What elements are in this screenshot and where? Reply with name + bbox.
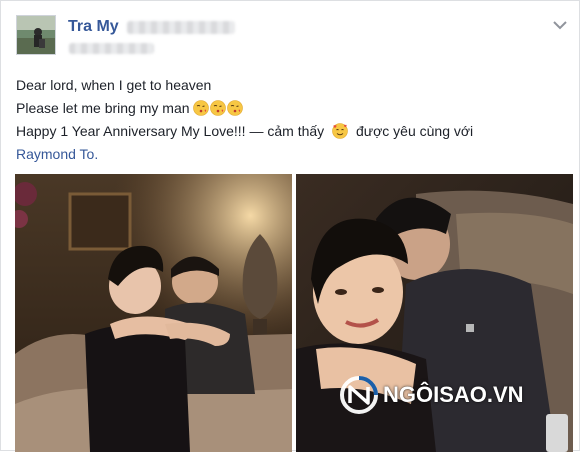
post-line-2: Please let me bring my man	[16, 97, 566, 120]
kissing-face-icon	[193, 100, 210, 116]
blurred-timestamp	[69, 43, 154, 54]
emoji-group	[193, 100, 244, 116]
post-body: Dear lord, when I get to heaven Please l…	[16, 74, 566, 166]
ngoisao-logo-icon	[340, 376, 378, 414]
post-card: Tra My Dear lord, when I get to heaven P…	[0, 0, 580, 452]
author-name[interactable]: Tra My	[68, 18, 119, 36]
post-line-2-text: Please let me bring my man	[16, 100, 190, 116]
watermark-text: NGÔISAO.VN	[383, 382, 524, 407]
kissing-face-icon	[210, 100, 227, 116]
post-line-1: Dear lord, when I get to heaven	[16, 77, 212, 93]
tagged-person-link[interactable]: Raymond To.	[16, 146, 98, 162]
avatar[interactable]	[16, 15, 56, 55]
smiling-hearts-face-icon	[332, 123, 348, 139]
post-line-3: Happy 1 Year Anniversary My Love!!! — cả…	[16, 120, 566, 143]
post-line-4: Raymond To.	[16, 143, 566, 166]
kissing-face-icon	[227, 100, 244, 116]
blurred-name	[127, 21, 235, 34]
post-line-3-after: được yêu cùng với	[355, 123, 474, 139]
post-line-3-text: Happy 1 Year Anniversary My Love!!! — cả…	[16, 123, 325, 139]
post-options-button[interactable]	[549, 18, 571, 32]
photo-left[interactable]	[15, 174, 292, 452]
chevron-down-icon	[553, 21, 567, 30]
watermark: NGÔISAO.VN	[339, 375, 524, 415]
